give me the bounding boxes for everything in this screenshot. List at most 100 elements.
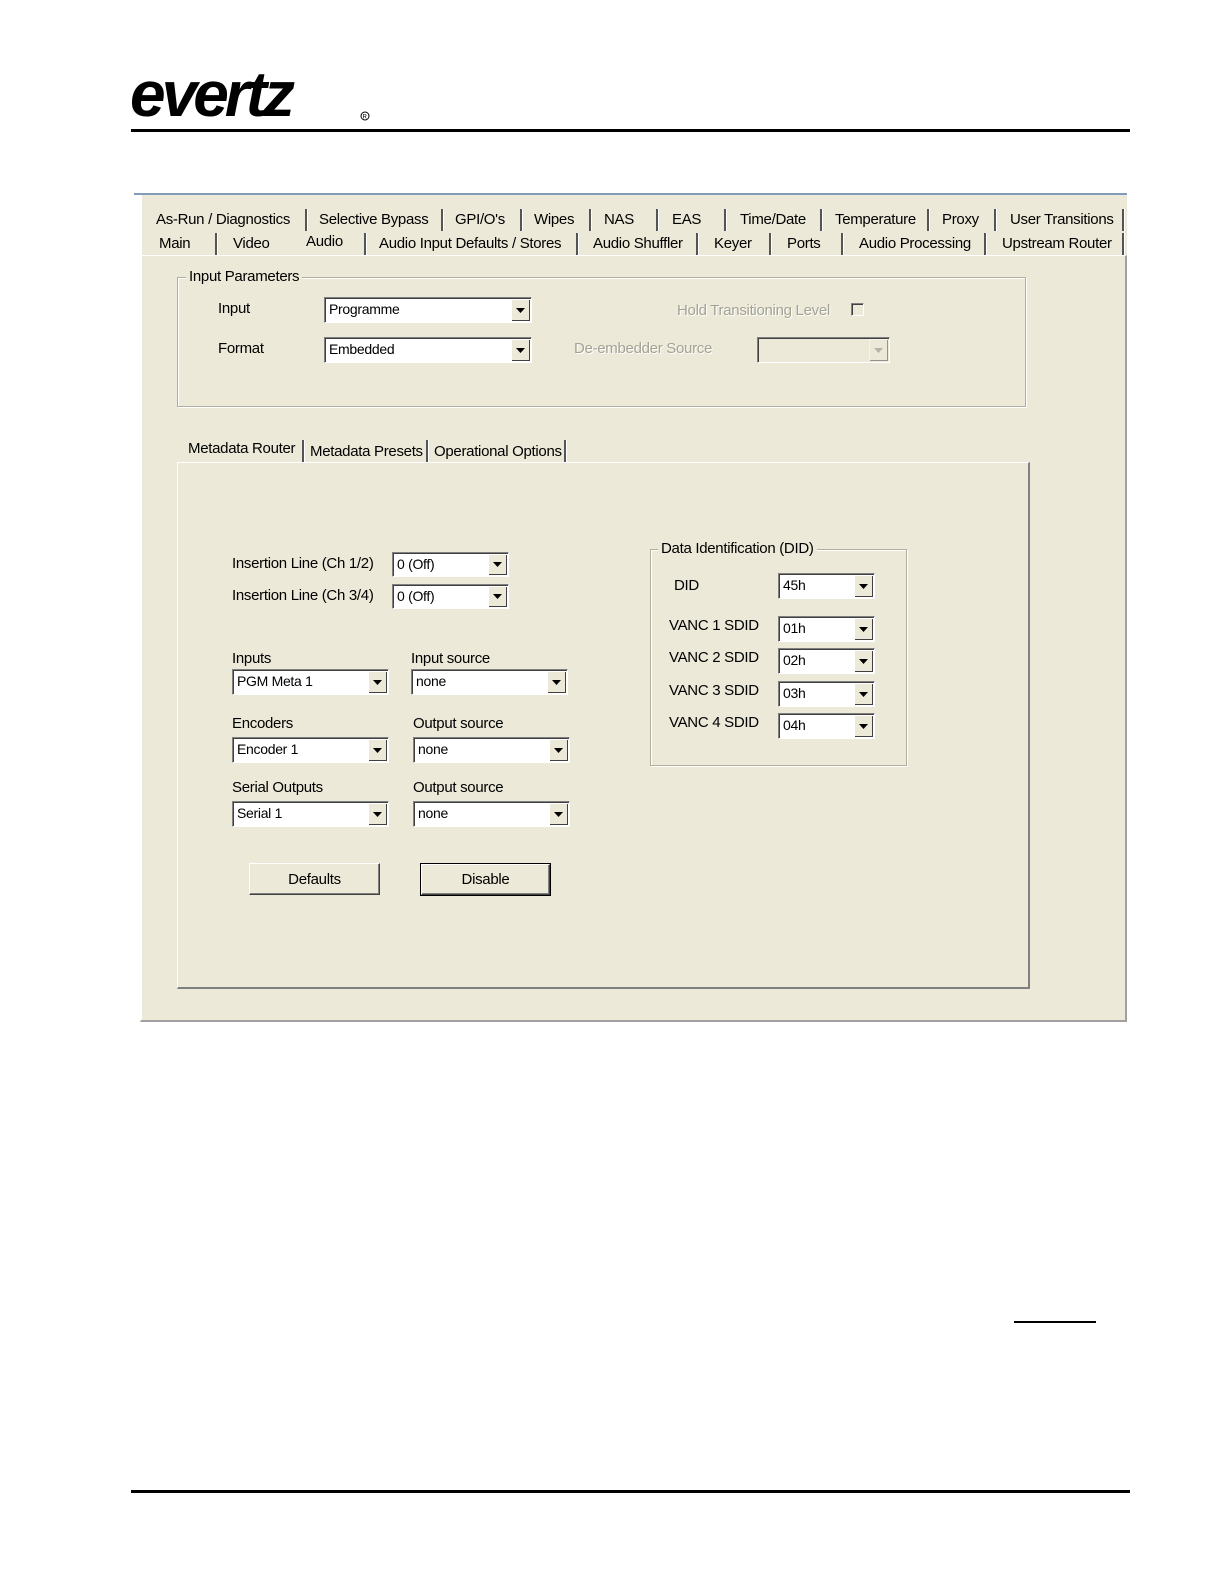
chevron-down-icon[interactable] bbox=[368, 671, 387, 693]
did-select[interactable]: 45h bbox=[778, 573, 875, 599]
svg-text:R: R bbox=[363, 115, 368, 121]
serial-outputs-select-value: Serial 1 bbox=[237, 805, 283, 821]
insertion-line-ch34-value: 0 (Off) bbox=[397, 588, 435, 604]
input-select[interactable]: Programme bbox=[324, 297, 532, 323]
chevron-down-icon[interactable] bbox=[547, 671, 566, 693]
tab-proxy[interactable]: Proxy bbox=[942, 211, 979, 229]
did-select-value: 45h bbox=[783, 577, 806, 593]
vanc4-sdid-label: VANC 4 SDID bbox=[669, 714, 759, 731]
input-parameters-title: Input Parameters bbox=[186, 268, 303, 286]
tab-separator bbox=[1122, 209, 1124, 231]
tab-upstream-router[interactable]: Upstream Router bbox=[1002, 235, 1112, 253]
did-label: DID bbox=[674, 577, 699, 594]
chevron-down-icon[interactable] bbox=[368, 739, 387, 761]
encoder-output-source-select[interactable]: none bbox=[413, 737, 570, 763]
chevron-down-icon[interactable] bbox=[368, 803, 387, 825]
tab-as-run-diagnostics[interactable]: As-Run / Diagnostics bbox=[156, 211, 290, 229]
tab-selective-bypass[interactable]: Selective Bypass bbox=[319, 211, 429, 229]
vanc2-sdid-label: VANC 2 SDID bbox=[669, 649, 759, 666]
subtab-operational-options[interactable]: Operational Options bbox=[434, 443, 562, 461]
chevron-down-icon[interactable] bbox=[854, 683, 873, 705]
insertion-line-ch34-select[interactable]: 0 (Off) bbox=[392, 584, 509, 609]
serial-output-source-select[interactable]: none bbox=[413, 801, 570, 827]
vanc2-sdid-select[interactable]: 02h bbox=[778, 648, 875, 674]
chevron-down-icon[interactable] bbox=[549, 739, 568, 761]
chevron-down-icon[interactable] bbox=[869, 339, 888, 361]
tab-separator bbox=[724, 209, 726, 231]
settings-window: As-Run / Diagnostics Selective Bypass GP… bbox=[134, 193, 1127, 1022]
subtab-metadata-presets[interactable]: Metadata Presets bbox=[310, 443, 423, 461]
subtab-metadata-router[interactable]: Metadata Router bbox=[188, 440, 296, 458]
serial-output-source-label: Output source bbox=[413, 779, 504, 796]
evertz-wordmark: evertz bbox=[130, 68, 295, 124]
disable-button[interactable]: Disable bbox=[420, 863, 551, 896]
input-source-value: none bbox=[416, 673, 446, 689]
tab-audio-shuffler[interactable]: Audio Shuffler bbox=[593, 235, 683, 253]
defaults-button[interactable]: Defaults bbox=[249, 863, 380, 895]
tab-video[interactable]: Video bbox=[233, 235, 270, 253]
input-label: Input bbox=[218, 300, 250, 317]
input-source-label: Input source bbox=[411, 650, 490, 667]
serial-outputs-select[interactable]: Serial 1 bbox=[232, 801, 389, 827]
inputs-label: Inputs bbox=[232, 650, 272, 667]
tab-gpios[interactable]: GPI/O's bbox=[455, 211, 505, 229]
encoders-select[interactable]: Encoder 1 bbox=[232, 737, 389, 763]
tab-time-date[interactable]: Time/Date bbox=[740, 211, 806, 229]
tab-nas[interactable]: NAS bbox=[604, 211, 634, 229]
chevron-down-icon[interactable] bbox=[854, 715, 873, 737]
tab-separator bbox=[564, 440, 566, 462]
evertz-logo: evertz R bbox=[130, 68, 370, 124]
vanc4-sdid-select[interactable]: 04h bbox=[778, 713, 875, 739]
footer-rule bbox=[131, 1490, 1130, 1493]
vanc3-sdid-value: 03h bbox=[783, 685, 806, 701]
tab-separator bbox=[364, 233, 366, 255]
tab-separator bbox=[215, 233, 217, 255]
tab-ports[interactable]: Ports bbox=[787, 235, 821, 253]
chevron-down-icon[interactable] bbox=[854, 575, 873, 597]
insertion-line-ch12-select[interactable]: 0 (Off) bbox=[392, 552, 509, 577]
vanc3-sdid-select[interactable]: 03h bbox=[778, 681, 875, 707]
input-select-value: Programme bbox=[329, 301, 400, 317]
format-select[interactable]: Embedded bbox=[324, 337, 532, 363]
deembedder-source-select[interactable] bbox=[757, 337, 890, 363]
tab-eas[interactable]: EAS bbox=[672, 211, 701, 229]
tab-separator bbox=[302, 440, 304, 462]
vanc2-sdid-value: 02h bbox=[783, 652, 806, 668]
tab-audio-input-defaults-stores[interactable]: Audio Input Defaults / Stores bbox=[379, 235, 562, 253]
hold-transitioning-level-checkbox[interactable] bbox=[851, 303, 864, 316]
chevron-down-icon[interactable] bbox=[511, 299, 530, 321]
tab-separator bbox=[305, 209, 307, 231]
short-rule bbox=[1014, 1321, 1096, 1323]
insertion-line-ch34-label: Insertion Line (Ch 3/4) bbox=[232, 587, 374, 604]
tab-audio[interactable]: Audio bbox=[306, 233, 343, 251]
inputs-select[interactable]: PGM Meta 1 bbox=[232, 669, 389, 695]
encoders-select-value: Encoder 1 bbox=[237, 741, 299, 757]
tab-separator bbox=[520, 209, 522, 231]
chevron-down-icon[interactable] bbox=[854, 618, 873, 640]
chevron-down-icon[interactable] bbox=[488, 586, 507, 607]
tab-separator bbox=[820, 209, 822, 231]
vanc3-sdid-label: VANC 3 SDID bbox=[669, 682, 759, 699]
vanc1-sdid-value: 01h bbox=[783, 620, 806, 636]
chevron-down-icon[interactable] bbox=[549, 803, 568, 825]
tab-separator bbox=[656, 209, 658, 231]
serial-outputs-label: Serial Outputs bbox=[232, 779, 323, 796]
tab-wipes[interactable]: Wipes bbox=[534, 211, 574, 229]
tab-separator bbox=[589, 209, 591, 231]
deembedder-source-label: De-embedder Source bbox=[574, 340, 713, 357]
chevron-down-icon[interactable] bbox=[854, 650, 873, 672]
tab-audio-processing[interactable]: Audio Processing bbox=[859, 235, 971, 253]
vanc1-sdid-select[interactable]: 01h bbox=[778, 616, 875, 642]
insertion-line-ch12-value: 0 (Off) bbox=[397, 556, 435, 572]
input-source-select[interactable]: none bbox=[411, 669, 568, 695]
encoders-label: Encoders bbox=[232, 715, 293, 732]
tab-temperature[interactable]: Temperature bbox=[835, 211, 916, 229]
data-identification-title: Data Identification (DID) bbox=[658, 540, 817, 558]
chevron-down-icon[interactable] bbox=[511, 339, 530, 361]
encoder-output-source-value: none bbox=[418, 741, 448, 757]
tab-main[interactable]: Main bbox=[159, 235, 191, 253]
format-label: Format bbox=[218, 340, 264, 357]
tab-keyer[interactable]: Keyer bbox=[714, 235, 752, 253]
tab-user-transitions[interactable]: User Transitions bbox=[1010, 211, 1114, 229]
chevron-down-icon[interactable] bbox=[488, 554, 507, 575]
